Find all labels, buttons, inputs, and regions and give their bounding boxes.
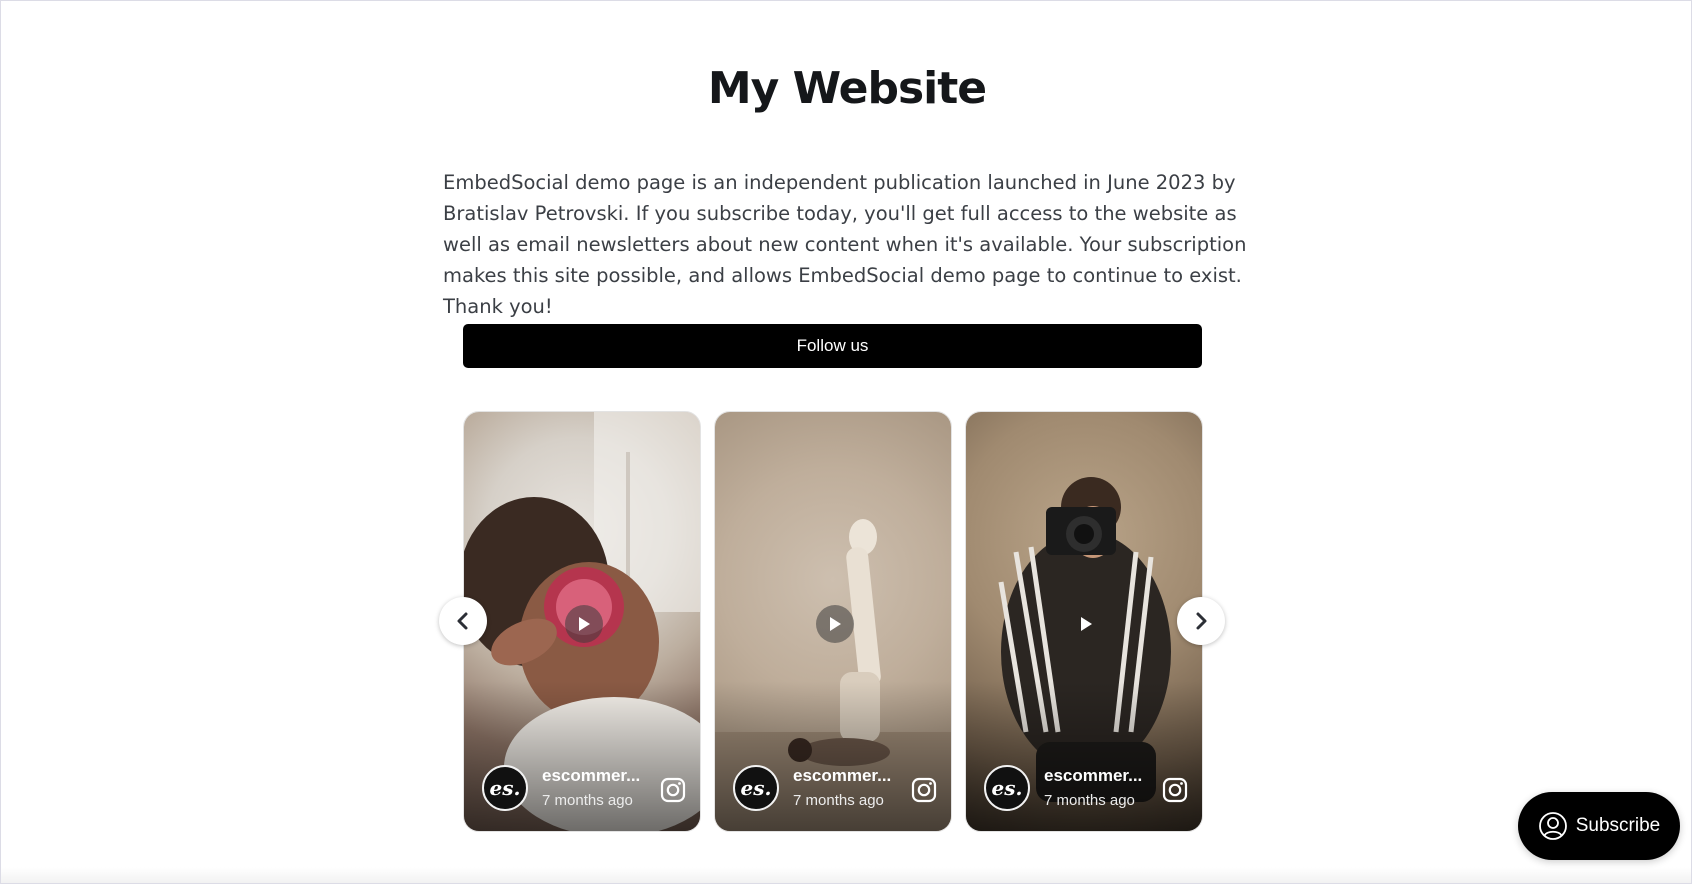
user-circle-icon (1538, 812, 1567, 840)
card-footer: es. escommer... 7 months ago (482, 765, 686, 813)
subscribe-label: Subscribe (1575, 815, 1661, 836)
chevron-left-icon (457, 612, 468, 630)
card-username[interactable]: escommer... (793, 766, 901, 786)
card-username[interactable]: escommer... (542, 766, 650, 786)
subscribe-button[interactable]: Subscribe (1518, 792, 1680, 860)
instagram-icon[interactable] (1162, 777, 1188, 803)
media-card-1[interactable]: es. escommer... 7 months ago (463, 411, 701, 832)
play-icon[interactable] (1067, 605, 1105, 643)
carousel-prev-button[interactable] (439, 597, 487, 645)
page-description: EmbedSocial demo page is an independent … (443, 171, 1247, 318)
avatar[interactable]: es. (733, 765, 779, 811)
instagram-carousel: es. escommer... 7 months ago es. escomme… (463, 411, 1203, 832)
card-timestamp: 7 months ago (793, 792, 884, 809)
instagram-icon[interactable] (911, 777, 937, 803)
media-card-3[interactable]: es. escommer... 7 months ago (965, 411, 1203, 832)
play-icon[interactable] (565, 605, 603, 643)
follow-us-button[interactable]: Follow us (463, 324, 1202, 368)
page-title: My Website (707, 63, 987, 114)
card-timestamp: 7 months ago (1044, 792, 1135, 809)
chevron-right-icon (1196, 612, 1207, 630)
avatar[interactable]: es. (482, 765, 528, 811)
avatar[interactable]: es. (984, 765, 1030, 811)
media-card-2[interactable]: es. escommer... 7 months ago (714, 411, 952, 832)
card-footer: es. escommer... 7 months ago (733, 765, 937, 813)
card-username[interactable]: escommer... (1044, 766, 1152, 786)
card-footer: es. escommer... 7 months ago (984, 765, 1188, 813)
carousel-next-button[interactable] (1177, 597, 1225, 645)
play-icon[interactable] (816, 605, 854, 643)
card-timestamp: 7 months ago (542, 792, 633, 809)
instagram-icon[interactable] (660, 777, 686, 803)
